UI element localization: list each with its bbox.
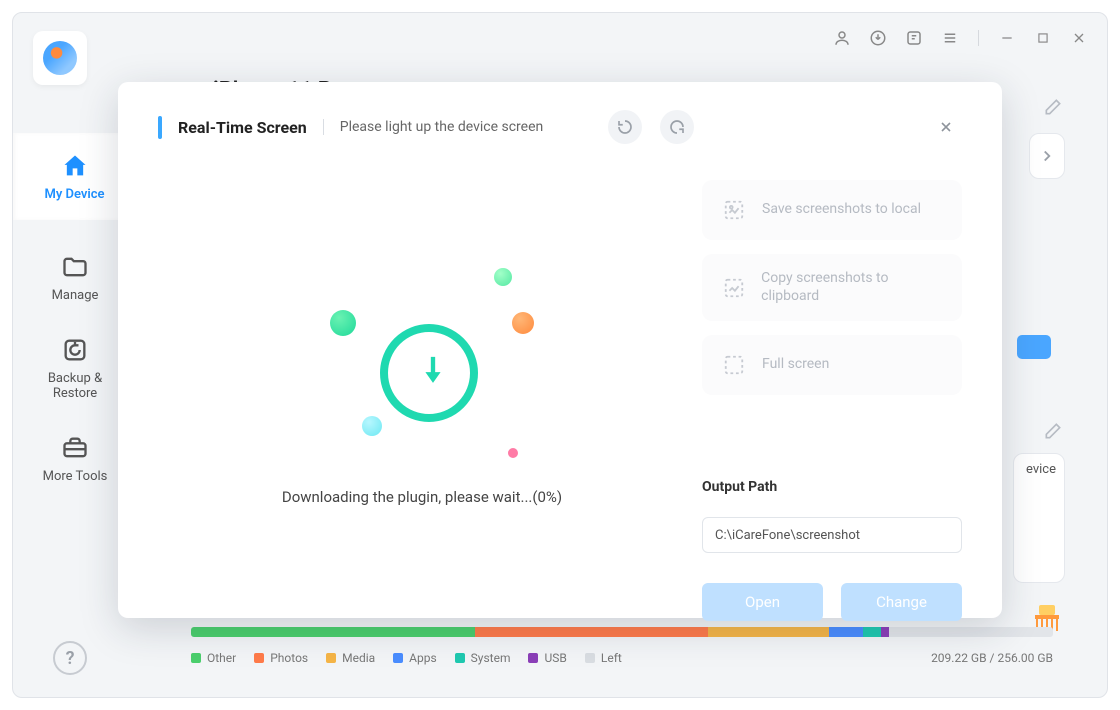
change-button[interactable]: Change [841,583,962,621]
minimize-icon[interactable] [989,20,1025,56]
rotate-right-button[interactable] [660,110,694,144]
window-topbar [824,13,1107,63]
ghost-label: Save screenshots to local [762,201,921,219]
storage-legend: Other Photos Media Apps System USB Left … [191,651,1053,665]
storage-total: 209.22 GB / 256.00 GB [931,651,1053,665]
legend-other: Other [207,651,236,665]
fullscreen-icon [720,351,748,379]
arrow-down-icon [420,354,446,392]
image-copy-icon [720,274,747,302]
legend-system: System [471,651,511,665]
output-path-value: C:\iCareFone\screenshot [715,528,860,543]
sidebar-item-label: Manage [52,288,99,303]
home-icon [60,151,90,181]
blue-chip [1017,335,1051,359]
sidebar-item-label: More Tools [43,469,108,484]
backup-icon [60,335,90,365]
open-button[interactable]: Open [702,583,823,621]
storage-bar [191,627,1053,637]
modal-subtitle: Please light up the device screen [340,119,543,135]
maximize-icon[interactable] [1025,20,1061,56]
download-status-text: Downloading the plugin, please wait...(0… [282,488,562,506]
full-screen-button[interactable]: Full screen [702,335,962,395]
logo-icon [43,41,77,75]
next-card-chevron[interactable] [1029,133,1065,179]
feedback-icon[interactable] [896,20,932,56]
ghost-label: Full screen [762,356,829,374]
legend-apps: Apps [409,651,437,665]
download-illustration [302,268,542,468]
close-icon[interactable] [1061,20,1097,56]
user-icon[interactable] [824,20,860,56]
app-logo [33,31,87,85]
output-path-field[interactable]: C:\iCareFone\screenshot [702,517,962,553]
divider [323,119,324,135]
modal-title: Real-Time Screen [178,118,307,137]
real-time-screen-modal: Real-Time Screen Please light up the dev… [118,82,1002,618]
edit-icon[interactable] [1043,421,1063,445]
copy-screenshots-clipboard-button[interactable]: Copy screenshots to clipboard [702,254,962,321]
legend-left: Left [601,651,622,665]
folder-icon [60,252,90,282]
peek-label: evice [1026,462,1056,477]
menu-icon[interactable] [932,20,968,56]
toolbox-icon [60,433,90,463]
download-icon[interactable] [860,20,896,56]
monitor-icon [158,118,162,137]
save-screenshots-local-button[interactable]: Save screenshots to local [702,180,962,240]
modal-header: Real-Time Screen Please light up the dev… [158,110,962,144]
legend-usb: USB [544,651,566,665]
legend-media: Media [342,651,375,665]
modal-close-button[interactable] [930,111,962,143]
help-button[interactable]: ? [53,641,87,675]
sidebar-item-label: My Device [44,187,104,202]
download-pane: Downloading the plugin, please wait...(0… [158,152,686,621]
device-info-card-peek: evice [1013,453,1065,583]
sidebar-item-label: Backup & Restore [48,371,102,401]
output-path-label: Output Path [702,479,962,495]
image-save-icon [720,196,748,224]
modal-right-pane: Save screenshots to local Copy screensho… [702,152,962,621]
topbar-divider [978,30,979,46]
ghost-label: Copy screenshots to clipboard [761,270,944,305]
rotate-left-button[interactable] [608,110,642,144]
legend-photos: Photos [270,651,308,665]
edit-icon[interactable] [1043,97,1063,121]
